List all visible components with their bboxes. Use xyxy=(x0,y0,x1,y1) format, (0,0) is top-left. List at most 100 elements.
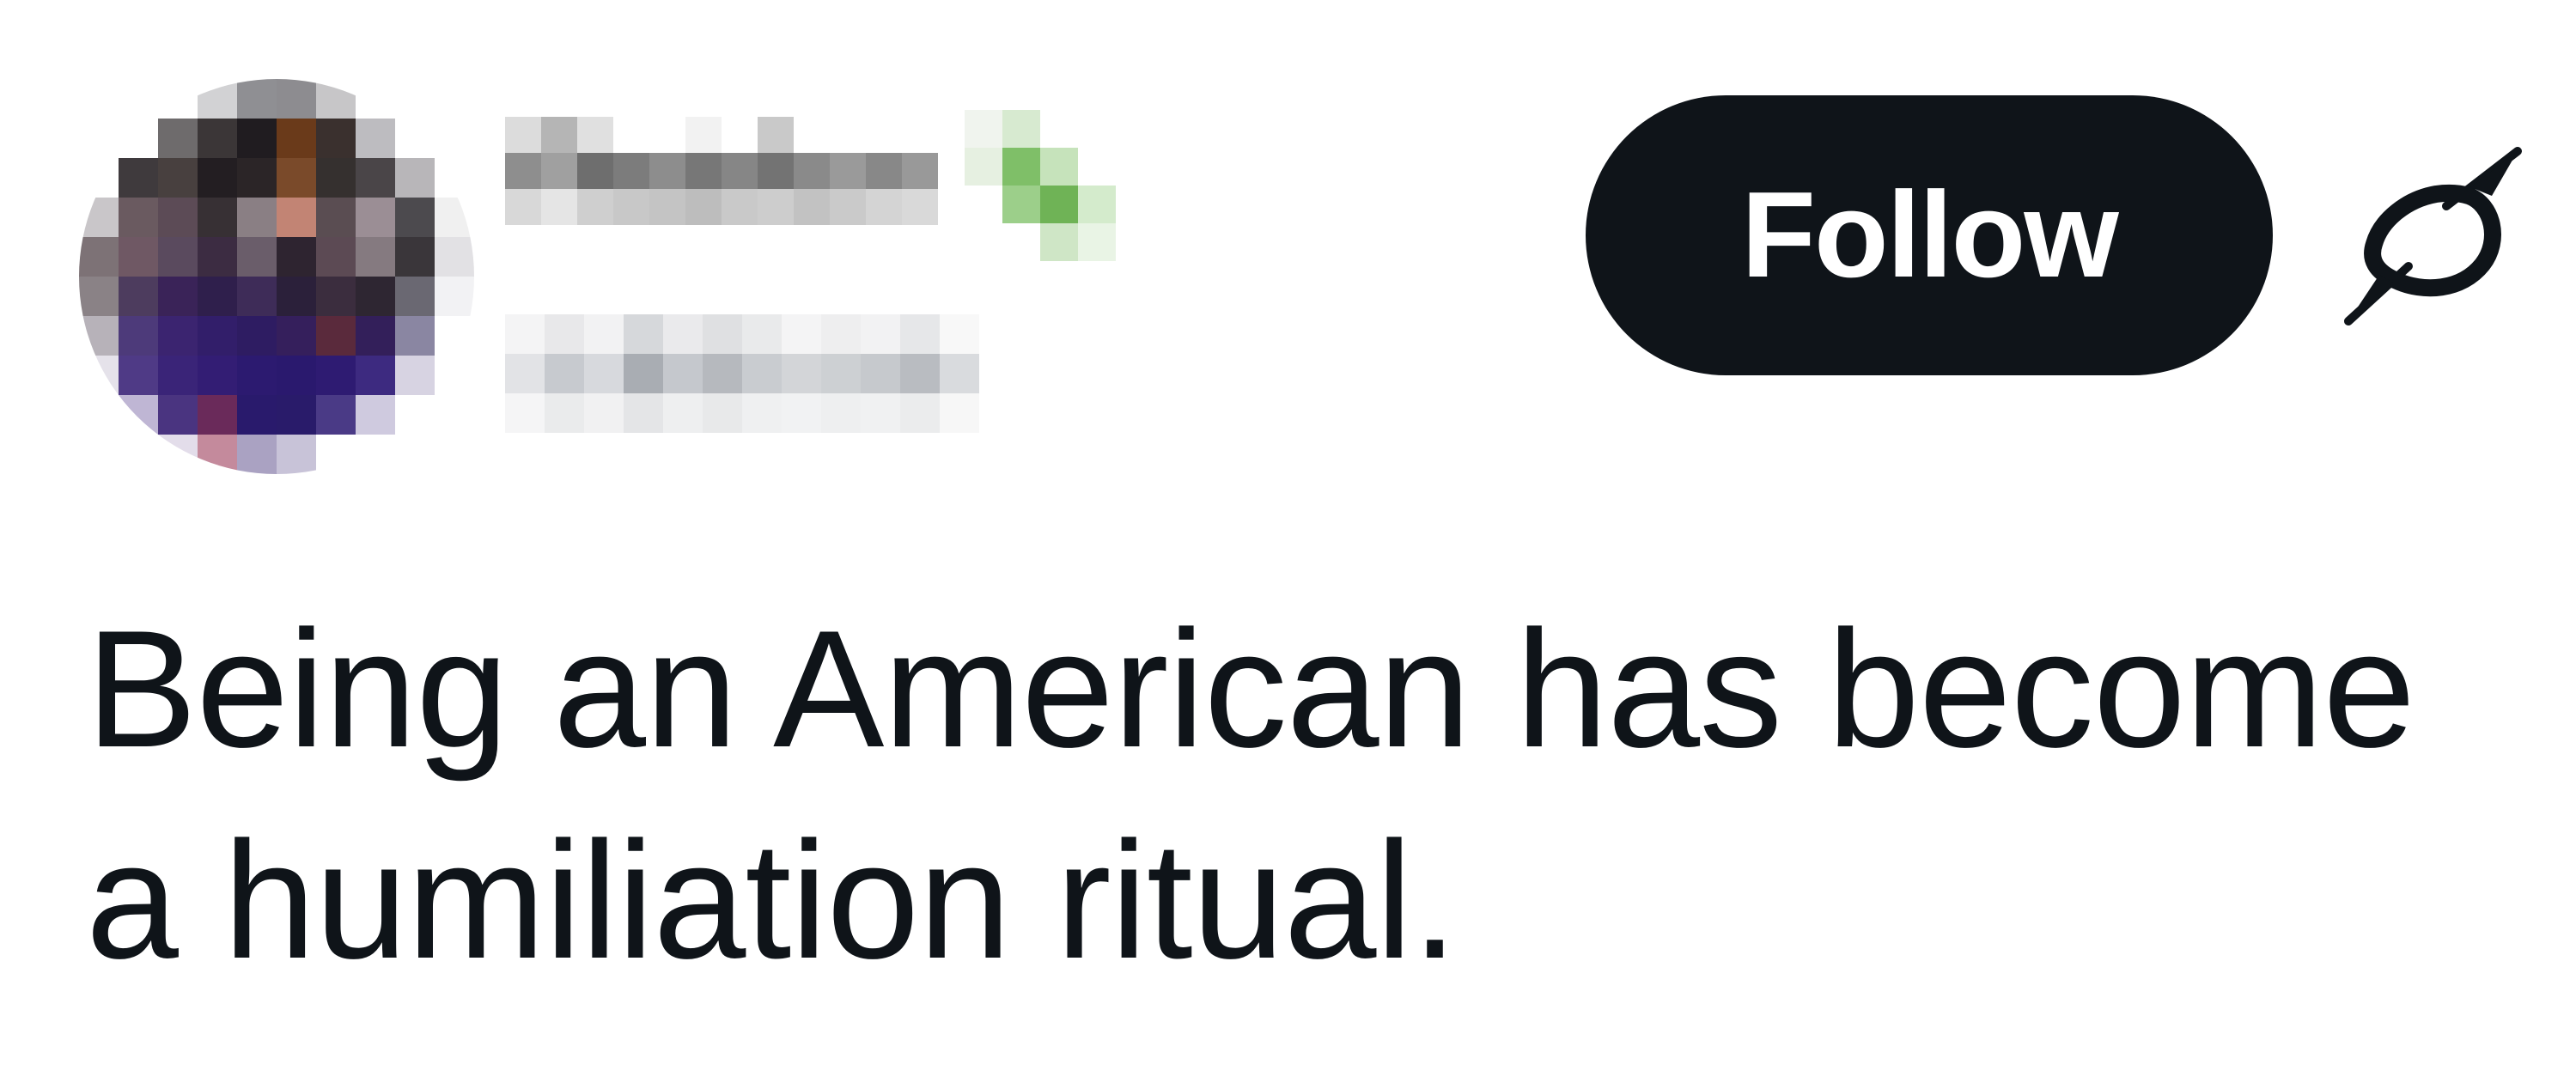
blur-pixel xyxy=(1002,110,1040,148)
blur-pixel xyxy=(584,393,624,433)
blur-pixel xyxy=(1078,148,1116,186)
blur-pixel xyxy=(965,186,1002,223)
avatar-pixel xyxy=(79,395,119,435)
blur-pixel xyxy=(821,314,861,354)
avatar-pixel xyxy=(356,79,395,119)
blur-pixel xyxy=(703,314,742,354)
avatar-pixel xyxy=(356,237,395,277)
blur-row xyxy=(505,314,979,354)
blur-pixel xyxy=(830,189,866,225)
avatar-pixel xyxy=(277,158,316,198)
avatar-pixel xyxy=(79,316,119,356)
blur-pixel xyxy=(782,314,821,354)
blur-pixel xyxy=(545,393,584,433)
avatar-pixel xyxy=(158,435,198,474)
follow-button[interactable]: Follow xyxy=(1586,95,2273,375)
avatar-pixel xyxy=(158,356,198,395)
avatar-pixel xyxy=(316,356,356,395)
avatar-pixel xyxy=(119,395,158,435)
blur-pixel xyxy=(703,354,742,393)
blur-pixel xyxy=(742,393,782,433)
avatar-pixel xyxy=(237,316,277,356)
avatar-pixel xyxy=(316,395,356,435)
blur-pixel xyxy=(866,153,902,189)
blur-pixel xyxy=(577,117,613,153)
blur-pixel xyxy=(900,354,940,393)
avatar-pixel xyxy=(119,277,158,316)
avatar-pixel xyxy=(356,316,395,356)
avatar-pixel xyxy=(277,277,316,316)
blur-pixel xyxy=(584,314,624,354)
avatar-pixel xyxy=(119,79,158,119)
avatar-pixel xyxy=(277,198,316,237)
blur-pixel xyxy=(624,393,663,433)
avatar-pixel xyxy=(198,356,237,395)
avatar-pixel xyxy=(237,277,277,316)
avatar-pixel xyxy=(158,119,198,158)
blur-pixel xyxy=(649,189,685,225)
blur-pixel xyxy=(505,354,545,393)
avatar-pixel xyxy=(158,79,198,119)
blur-pixel xyxy=(965,110,1002,148)
blur-row xyxy=(505,153,938,189)
avatar-pixel xyxy=(198,316,237,356)
avatar-pixel xyxy=(356,356,395,395)
blur-pixel xyxy=(902,117,938,153)
avatar-pixel xyxy=(395,435,435,474)
avatar-pixel xyxy=(356,395,395,435)
blur-pixel xyxy=(545,314,584,354)
avatar-pixel xyxy=(435,198,474,237)
avatar-pixel xyxy=(395,277,435,316)
blur-pixel xyxy=(1002,223,1040,261)
blur-pixel xyxy=(624,314,663,354)
avatar-pixel xyxy=(316,435,356,474)
display-name[interactable] xyxy=(505,110,506,111)
blur-pixel xyxy=(1002,148,1040,186)
blur-pixel xyxy=(940,314,979,354)
avatar-pixel xyxy=(277,79,316,119)
avatar-pixel xyxy=(356,435,395,474)
blur-pixel xyxy=(821,354,861,393)
avatar-pixel xyxy=(316,198,356,237)
avatar-pixel xyxy=(356,119,395,158)
avatar-pixel xyxy=(198,435,237,474)
blur-pixel xyxy=(505,393,545,433)
avatar-pixel xyxy=(395,158,435,198)
blur-pixel xyxy=(830,153,866,189)
avatar-pixel xyxy=(158,198,198,237)
avatar-pixel xyxy=(198,79,237,119)
avatar-pixel xyxy=(119,119,158,158)
avatar-pixel xyxy=(356,277,395,316)
blur-pixel xyxy=(541,189,577,225)
blur-pixel xyxy=(758,189,794,225)
avatar-pixel xyxy=(395,316,435,356)
avatar-pixel xyxy=(198,158,237,198)
avatar-pixel xyxy=(277,237,316,277)
avatar-pixel xyxy=(119,198,158,237)
avatar-pixel xyxy=(119,158,158,198)
avatar-pixel xyxy=(237,435,277,474)
blur-pixel xyxy=(758,117,794,153)
avatar-pixel xyxy=(316,79,356,119)
avatar-pixel xyxy=(158,316,198,356)
avatar-pixel xyxy=(119,316,158,356)
avatar-pixel xyxy=(395,79,435,119)
user-handle[interactable] xyxy=(505,290,506,291)
avatar-pixel xyxy=(79,356,119,395)
blur-pixel xyxy=(1040,186,1078,223)
avatar[interactable] xyxy=(79,79,474,474)
avatar-pixel xyxy=(79,198,119,237)
blur-pixel xyxy=(584,354,624,393)
avatar-pixel xyxy=(277,395,316,435)
blur-pixel xyxy=(758,153,794,189)
avatar-pixel xyxy=(237,119,277,158)
avatar-pixel xyxy=(79,435,119,474)
avatar-pixel xyxy=(435,237,474,277)
author-identity[interactable] xyxy=(505,110,1278,471)
avatar-pixel xyxy=(435,119,474,158)
grok-icon[interactable] xyxy=(2342,146,2530,326)
avatar-pixel xyxy=(395,237,435,277)
avatar-pixel xyxy=(237,395,277,435)
blur-pixel xyxy=(742,354,782,393)
blur-pixel xyxy=(965,223,1002,261)
